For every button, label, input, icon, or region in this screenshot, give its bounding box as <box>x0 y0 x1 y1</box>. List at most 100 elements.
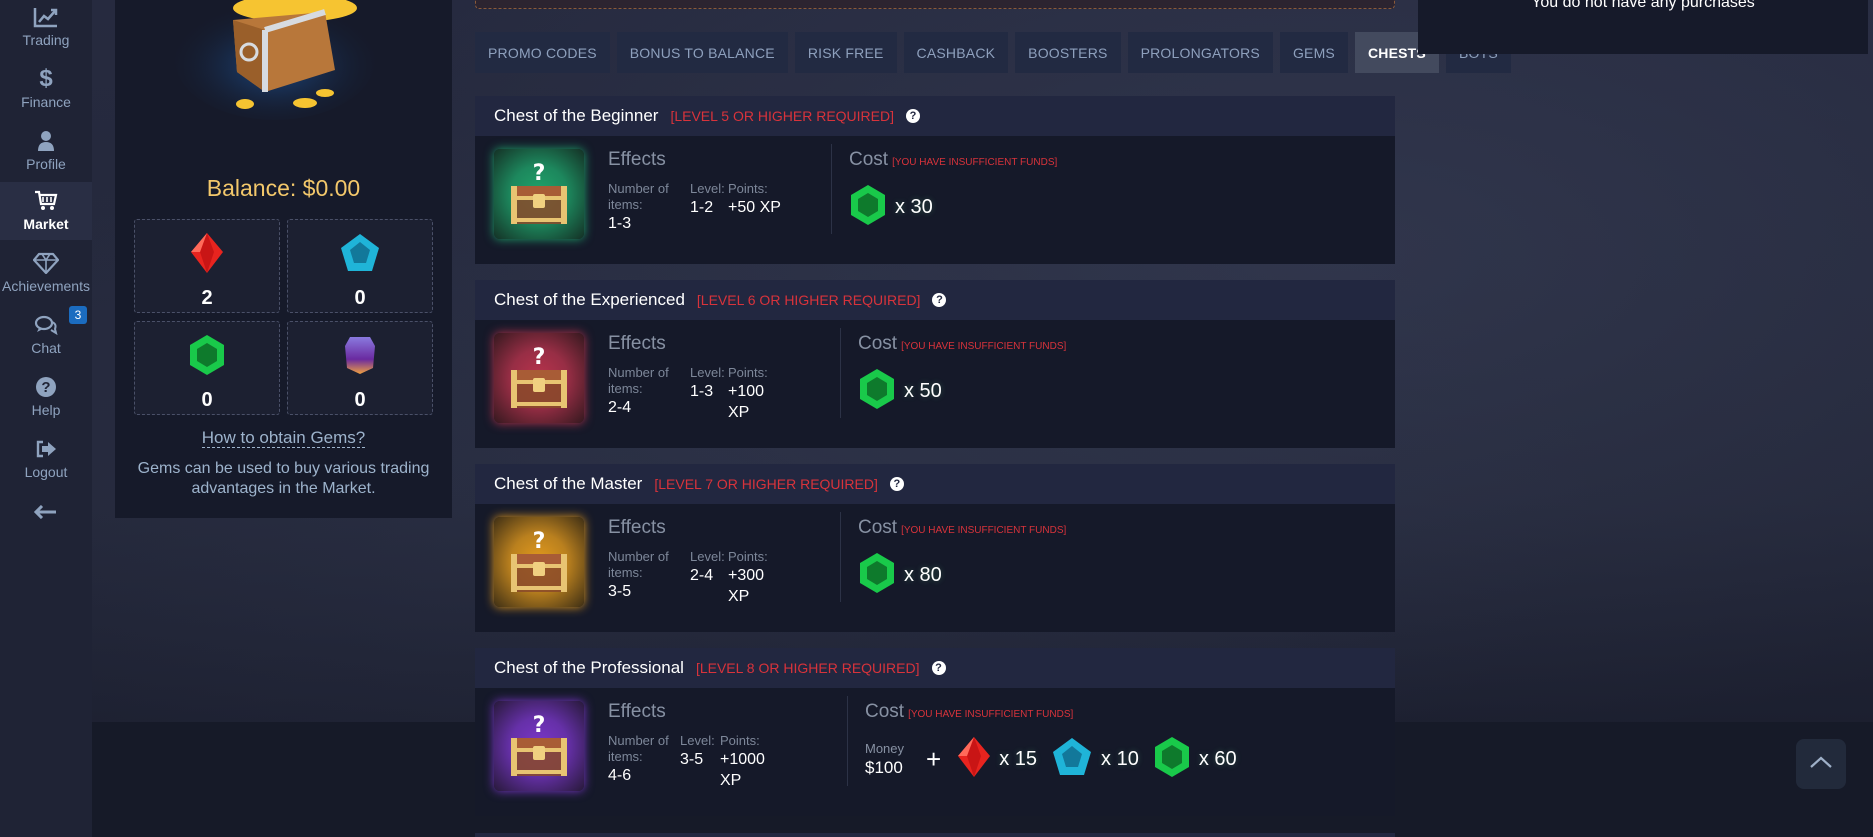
items-value: 3-5 <box>608 583 632 600</box>
sidebar-item-profile[interactable]: Profile <box>0 128 92 188</box>
sidebar: Trading $ Finance Profile Market Achieve… <box>0 0 92 837</box>
svg-text:?: ? <box>533 345 546 370</box>
sidebar-item-achievements[interactable]: Achievements <box>0 250 92 310</box>
cost-title: Cost [YOU HAVE INSUFFICIENT FUNDS] <box>858 333 1066 355</box>
chest-card-body[interactable]: ? Effects Number of items: 2-4 Level: 1-3 Poin… <box>475 320 1395 448</box>
items-count-col: Number of items: 4-6 <box>608 733 676 786</box>
insufficient-funds-warning: [YOU HAVE INSUFFICIENT FUNDS] <box>901 525 1067 536</box>
chest-card-header: Chest of the Experienced [LEVEL 6 OR HIGH… <box>475 280 1395 320</box>
gems-description: Gems can be used to buy various trading … <box>137 460 430 497</box>
tab-gems[interactable]: GEMS <box>1279 32 1348 73</box>
points-label: Points: <box>728 181 768 196</box>
next-chest-card-edge <box>475 833 1395 837</box>
sidebar-item-label: Finance <box>21 94 71 110</box>
plus-sign: + <box>926 744 942 774</box>
collapse-sidebar-button[interactable] <box>0 500 92 524</box>
chest-icon: ? <box>511 345 567 408</box>
obtain-gems-link[interactable]: How to obtain Gems? <box>201 428 366 448</box>
items-label: Number of items: <box>608 733 669 764</box>
help-icon[interactable]: ? <box>932 293 947 307</box>
help-icon[interactable]: ? <box>889 477 904 491</box>
tab-prolongators[interactable]: PROLONGATORS <box>1127 32 1273 73</box>
cost-items: Money $100 + x 15 x 10 x 60 <box>865 736 1251 783</box>
chest-card: Chest of the Professional [LEVEL 8 OR HIG… <box>475 648 1395 816</box>
level-value: 3-5 <box>680 751 704 768</box>
points-col: Points: +300 XP <box>728 549 788 607</box>
sidebar-item-trading[interactable]: Trading <box>0 4 92 64</box>
points-label: Points: <box>720 733 760 748</box>
chart-line-icon <box>33 4 59 30</box>
cost-label: Cost <box>858 333 898 354</box>
chest-title: Chest of the Beginner <box>494 106 659 125</box>
cost-title: Cost [YOU HAVE INSUFFICIENT FUNDS] <box>858 517 1066 539</box>
scroll-top-button[interactable] <box>1796 739 1846 789</box>
cost-items: x 80 <box>858 552 956 599</box>
effects-title: Effects <box>608 517 666 538</box>
chest-image: ? <box>494 701 584 791</box>
green-gem-icon <box>188 334 226 381</box>
dollar-icon: $ <box>39 65 53 92</box>
gem-box-green: 0 <box>134 321 280 415</box>
tab-risk-free[interactable]: RISK FREE <box>794 32 897 73</box>
tab-bonus-to-balance[interactable]: BONUS TO BALANCE <box>616 32 788 73</box>
level-requirement: [LEVEL 7 OR HIGHER REQUIRED] <box>654 476 878 492</box>
chest-card-header: Chest of the Master [LEVEL 7 OR HIGHER RE… <box>475 464 1395 504</box>
chest-card: Chest of the Beginner [LEVEL 5 OR HIGHER … <box>475 96 1395 264</box>
points-value: +1000 XP <box>720 751 765 789</box>
chest-card-header: Chest of the Beginner [LEVEL 5 OR HIGHER … <box>475 96 1395 136</box>
sidebar-item-label: Market <box>23 216 69 232</box>
level-value: 2-4 <box>690 567 714 584</box>
sidebar-item-label: Achievements <box>2 278 90 294</box>
sidebar-item-label: Chat <box>31 340 61 356</box>
chat-icon <box>34 312 58 338</box>
cost-quantity: x 30 <box>895 196 933 218</box>
points-label: Points: <box>728 365 768 380</box>
items-value: 2-4 <box>608 399 632 416</box>
gem-count: 0 <box>354 389 366 411</box>
points-label: Points: <box>728 549 768 564</box>
sidebar-item-label: Profile <box>26 156 66 172</box>
top-banner <box>475 0 1395 9</box>
level-value: 1-2 <box>690 199 714 216</box>
cost-label: Cost <box>865 701 905 722</box>
divider <box>840 328 841 418</box>
balance-label: Balance: $0.00 <box>206 175 361 201</box>
tab-cashback[interactable]: CASHBACK <box>903 32 1009 73</box>
purchases-empty-text: You do not have any purchases <box>1531 0 1755 11</box>
svg-text:?: ? <box>533 161 546 186</box>
items-count-col: Number of items: 1-3 <box>608 181 683 234</box>
treasure-chest-illustration <box>175 0 375 120</box>
cost-items: x 30 <box>849 184 947 231</box>
chest-card-body[interactable]: ? Effects Number of items: 3-5 Level: 2-4 Poin… <box>475 504 1395 632</box>
chest-card-body[interactable]: ? Effects Number of items: 4-6 Level: 3-5 Poin… <box>475 688 1395 816</box>
level-value: 1-3 <box>690 383 714 400</box>
items-label: Number of items: <box>608 549 669 580</box>
effects-title: Effects <box>608 701 666 722</box>
user-icon <box>37 128 55 154</box>
level-col: Level: 1-3 <box>690 365 725 402</box>
tab-boosters[interactable]: BOOSTERS <box>1015 32 1121 73</box>
help-icon[interactable]: ? <box>931 661 946 675</box>
chest-card-body[interactable]: ? Effects Number of items: 1-3 Level: 1-2 Poin… <box>475 136 1395 264</box>
chat-unread-badge: 3 <box>69 306 87 324</box>
help-icon: ? <box>36 374 56 400</box>
help-icon[interactable]: ? <box>906 109 920 123</box>
obtain-gems-link-wrap: How to obtain Gems? <box>115 428 452 448</box>
sidebar-item-market[interactable]: Market <box>0 182 92 240</box>
tab-promo-codes[interactable]: PROMO CODES <box>475 32 610 73</box>
sidebar-item-logout[interactable]: Logout <box>0 436 92 496</box>
insufficient-funds-warning: [YOU HAVE INSUFFICIENT FUNDS] <box>901 341 1067 352</box>
level-col: Level: 2-4 <box>690 549 725 586</box>
sidebar-item-help[interactable]: ? Help <box>0 374 92 434</box>
logout-icon <box>35 436 57 462</box>
chest-card: Chest of the Experienced [LEVEL 6 OR HIGH… <box>475 280 1395 448</box>
money-cost: Money $100 <box>865 741 904 778</box>
cost-label: Cost <box>858 517 898 538</box>
sidebar-item-finance[interactable]: $ Finance <box>0 65 92 126</box>
level-col: Level: 1-2 <box>690 181 725 218</box>
gem-count: 0 <box>201 389 213 411</box>
items-label: Number of items: <box>608 181 669 212</box>
points-col: Points: +100 XP <box>728 365 788 423</box>
items-label: Number of items: <box>608 365 669 396</box>
blue-gem-icon <box>339 232 381 279</box>
